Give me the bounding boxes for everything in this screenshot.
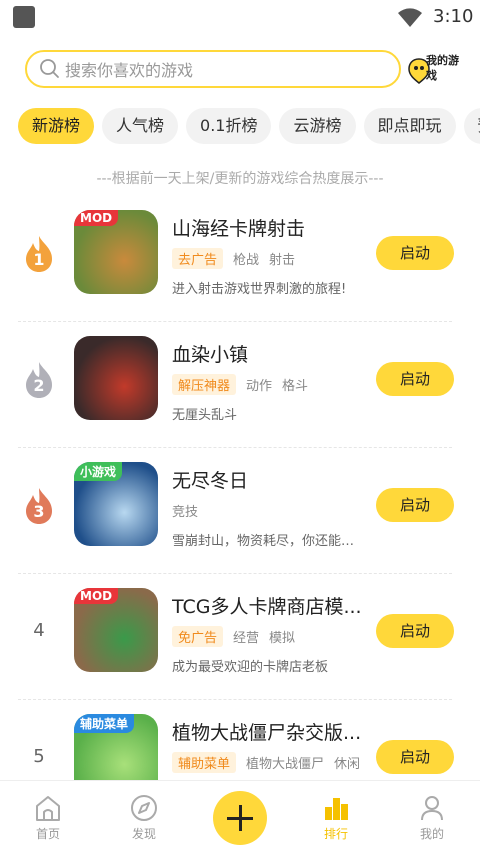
list-item[interactable]: 4 MOD TCG多人卡牌商店模... 免广告 经营 模拟成为最受欢迎的卡牌店老板 启动	[0, 574, 480, 700]
genre-tag: 竞技	[172, 504, 199, 520]
tab-5[interactable]: 预约	[463, 108, 480, 144]
genre-tag: 经营	[233, 630, 260, 646]
nav-ranking[interactable]: 排行	[306, 789, 366, 849]
game-tags: 竞技	[172, 500, 198, 520]
nav-home[interactable]: 首页	[18, 789, 78, 849]
ranking-description: ---根据前一天上架/更新的游戏综合热度展示---	[96, 171, 384, 187]
profile-icon	[421, 796, 443, 821]
rank-number: 2	[33, 376, 45, 395]
add-button[interactable]	[213, 791, 267, 845]
nav-profile[interactable]: 我的	[402, 789, 462, 849]
ranking-tabs: 新游榜人气榜0.1折榜云游榜即点即玩预约	[18, 108, 480, 144]
game-description: 无厘头乱斗	[172, 408, 238, 423]
corner-badge: 辅助菜单	[74, 714, 135, 733]
corner-badge: MOD	[74, 210, 119, 226]
highlight-tag: 免广告	[172, 625, 224, 647]
notification-icon	[13, 6, 35, 28]
game-description: 雪崩封山，物资耗尽，你还能撑...	[172, 534, 362, 549]
highlight-tag: 辅助菜单	[172, 751, 237, 773]
compass-icon	[131, 795, 157, 821]
rank-number: 5	[33, 746, 45, 767]
genre-tag: 模拟	[269, 630, 296, 646]
game-title[interactable]: 植物大战僵尸杂交版...	[172, 718, 372, 745]
tab-1[interactable]: 人气榜	[102, 108, 179, 144]
launch-button[interactable]: 启动	[376, 488, 454, 522]
game-title[interactable]: TCG多人卡牌商店模...	[172, 592, 372, 619]
nav-home-label: 首页	[35, 827, 60, 841]
highlight-tag: 解压神器	[172, 373, 237, 395]
my-games-button[interactable]: 我的游戏	[408, 50, 460, 90]
launch-button[interactable]: 启动	[376, 740, 454, 774]
search-placeholder: 搜索你喜欢的游戏	[65, 61, 194, 80]
launch-button[interactable]: 启动	[376, 362, 454, 396]
game-tags: 辅助菜单 植物大战僵尸 休闲	[172, 751, 361, 773]
game-description: 进入射击游戏世界刺激的旅程!	[172, 282, 347, 297]
search-icon	[40, 59, 59, 78]
nav-ranking-label: 排行	[323, 827, 348, 841]
rank-flame-icon: 1	[22, 234, 56, 274]
list-item[interactable]: 5 辅助菜单 植物大战僵尸杂交版... 辅助菜单 植物大战僵尸 休闲 启动	[0, 700, 480, 780]
game-title[interactable]: 山海经卡牌射击	[172, 214, 372, 241]
tab-0[interactable]: 新游榜	[18, 108, 95, 144]
corner-badge: 小游戏	[74, 462, 123, 481]
home-icon	[36, 796, 60, 821]
nav-discover[interactable]: 发现	[114, 789, 174, 849]
game-title[interactable]: 血染小镇	[172, 340, 372, 367]
list-item[interactable]: 1 MOD 山海经卡牌射击去广告 枪战 射击进入射击游戏世界刺激的旅程! 启动	[0, 196, 480, 322]
bottom-navigation: 首页 发现 排行 我的	[0, 780, 480, 853]
search-input[interactable]: 搜索你喜欢的游戏	[25, 50, 401, 88]
game-tags: 解压神器 动作 格斗	[172, 373, 309, 395]
genre-tag: 动作	[246, 378, 273, 394]
ranking-icon	[325, 798, 348, 820]
status-time: 3:10	[433, 6, 474, 27]
genre-tag: 射击	[269, 252, 296, 268]
game-icon[interactable]: 小游戏	[74, 462, 158, 546]
list-item[interactable]: 2 血染小镇解压神器 动作 格斗无厘头乱斗 启动	[0, 322, 480, 448]
tab-2[interactable]: 0.1折榜	[186, 108, 272, 144]
game-list[interactable]: 1 MOD 山海经卡牌射击去广告 枪战 射击进入射击游戏世界刺激的旅程! 启动 2 血染小镇解…	[0, 196, 480, 780]
rank-number: 3	[33, 502, 45, 521]
game-tags: 免广告 经营 模拟	[172, 625, 296, 647]
rank-flame-icon: 3	[22, 486, 56, 526]
game-icon[interactable]: MOD	[74, 210, 158, 294]
tab-4[interactable]: 即点即玩	[363, 108, 456, 144]
launch-button[interactable]: 启动	[376, 614, 454, 648]
corner-badge: MOD	[74, 588, 119, 604]
genre-tag: 休闲	[334, 756, 361, 772]
game-description: 成为最受欢迎的卡牌店老板	[172, 660, 329, 675]
rank-number: 1	[33, 250, 45, 269]
my-games-label: 我的游戏	[426, 54, 459, 82]
game-tags: 去广告 枪战 射击	[172, 247, 296, 269]
genre-tag: 植物大战僵尸	[246, 756, 325, 772]
launch-button[interactable]: 启动	[376, 236, 454, 270]
game-icon[interactable]: MOD	[74, 588, 158, 672]
game-title[interactable]: 无尽冬日	[172, 466, 372, 493]
genre-tag: 枪战	[233, 252, 260, 268]
rank-number: 4	[33, 620, 45, 641]
highlight-tag: 去广告	[172, 247, 224, 269]
game-icon[interactable]	[74, 336, 158, 420]
rank-flame-icon: 2	[22, 360, 56, 400]
game-icon[interactable]: 辅助菜单	[74, 714, 158, 780]
nav-discover-label: 发现	[131, 827, 156, 841]
nav-profile-label: 我的	[419, 827, 444, 841]
status-bar: 3:10	[0, 0, 480, 34]
tab-3[interactable]: 云游榜	[279, 108, 356, 144]
wifi-icon	[398, 8, 422, 27]
genre-tag: 格斗	[282, 378, 309, 394]
list-item[interactable]: 3 小游戏 无尽冬日竞技雪崩封山，物资耗尽，你还能撑... 启动	[0, 448, 480, 574]
